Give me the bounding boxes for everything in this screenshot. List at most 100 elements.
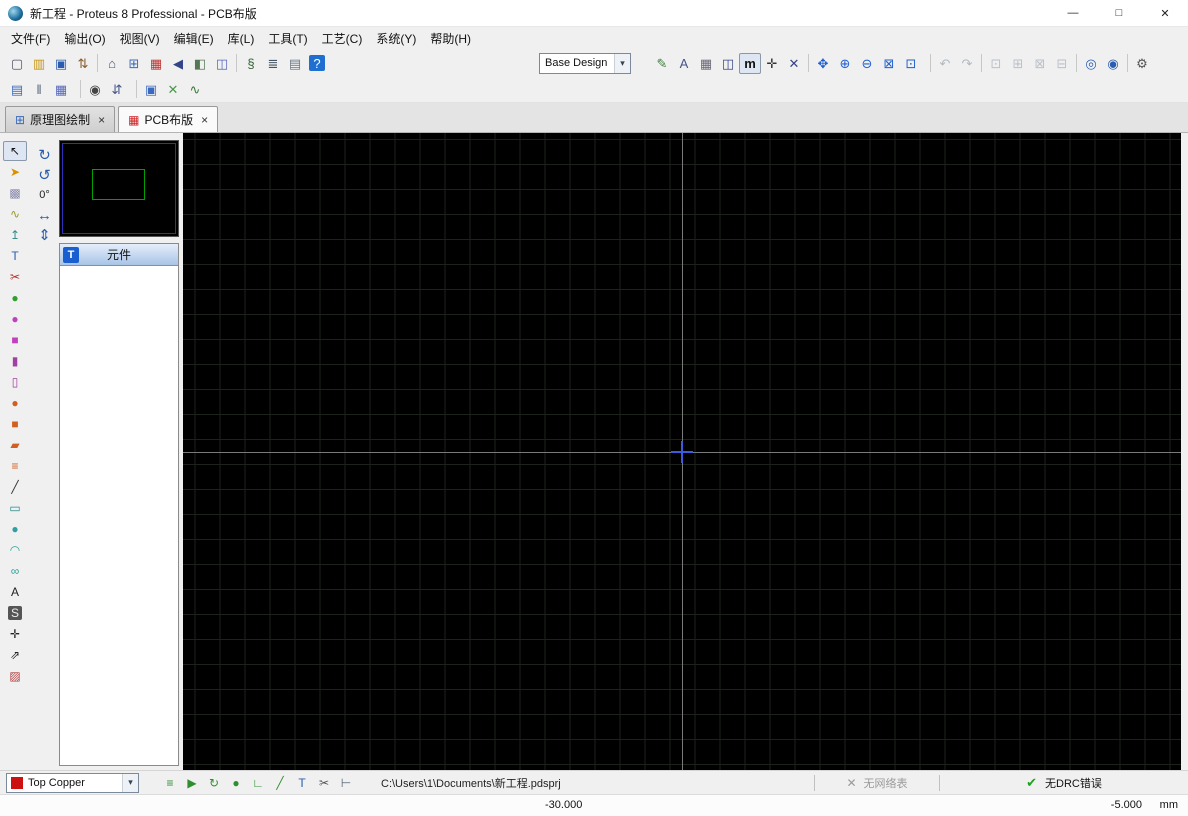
zone-mode-tool[interactable]: T [3,246,27,266]
pan-icon[interactable]: ✥ [812,53,834,74]
drc-zone-tool[interactable]: ▨ [3,666,27,686]
chevron-down-icon[interactable]: ▾ [122,774,138,792]
2d-line-tool[interactable]: ╱ [3,477,27,497]
rotate-clockwise-icon[interactable]: ↻ [33,145,56,165]
dimension-tool[interactable]: ⇗ [3,645,27,665]
menu-item[interactable]: 编辑(E) [167,27,221,50]
x-cursor-icon[interactable]: ✕ [783,53,805,74]
pcb-layout-icon[interactable]: ▦ [145,53,167,74]
tool-settings-icon[interactable]: ⚙ [1131,53,1153,74]
false-origin-icon[interactable]: ✛ [761,53,783,74]
smt-square-pad-tool[interactable]: ■ [3,414,27,434]
menu-item[interactable]: 工具(T) [261,27,314,50]
2d-circle-tool[interactable]: ● [3,519,27,539]
via-dot-icon[interactable]: ● [225,773,247,793]
block-copy-icon[interactable]: ⊡ [985,53,1007,74]
ratsnest-mode-tool[interactable]: ✂ [3,267,27,287]
board-stack-icon[interactable]: ▦ [50,79,72,100]
graph-mode-icon[interactable]: ∿ [184,79,206,100]
auto-route-play-icon[interactable]: ▶ [181,773,203,793]
menu-item[interactable]: 系统(Y) [369,27,423,50]
design-selector[interactable]: Base Design ▾ [539,53,631,74]
diagonal-trace-icon[interactable]: ╱ [269,773,291,793]
rotate-anticlockwise-icon[interactable]: ↺ [33,165,56,185]
square-pad-tool[interactable]: ■ [3,330,27,350]
pcb-canvas[interactable] [183,133,1181,770]
menu-item[interactable]: 输出(O) [57,27,112,50]
close-button[interactable]: ✕ [1142,0,1188,27]
menu-item[interactable]: 库(L) [221,27,262,50]
via-mode-tool[interactable]: ↥ [3,225,27,245]
component-mode-tool[interactable]: ➤ [3,162,27,182]
block-move-icon[interactable]: ⊞ [1007,53,1029,74]
menu-item[interactable]: 文件(F) [4,27,57,50]
gerber-view-icon[interactable]: ◧ [189,53,211,74]
tab-close-icon[interactable]: × [201,113,208,127]
tab-schematic-capture[interactable]: ⊞ 原理图绘制 × [5,106,115,132]
2d-path-tool[interactable]: ∞ [3,561,27,581]
scissors-icon[interactable]: ✂ [313,773,335,793]
smt-circle-pad-tool[interactable]: ● [3,393,27,413]
2d-symbol-tool[interactable]: S [3,603,27,623]
project-notes-icon[interactable]: ▤ [284,53,306,74]
pre-production-check-icon[interactable]: ▤ [6,79,28,100]
zoom-in-icon[interactable]: ⊕ [834,53,856,74]
maximize-button[interactable]: □ [1096,0,1142,27]
loop-redo-icon[interactable]: ↻ [203,773,225,793]
edit-layer-colours-icon[interactable]: ✎ [651,53,673,74]
menu-item[interactable]: 工艺(C) [315,27,370,50]
layer-selector[interactable]: Top Copper ▾ [6,773,139,793]
marker-tool[interactable]: ✛ [3,624,27,644]
search-zoom-icon[interactable]: ◉ [1102,53,1124,74]
mirror-horizontal-icon[interactable]: ↔ [33,205,56,225]
tab-pcb-layout[interactable]: ▦ PCB布版 × [118,106,218,132]
schematic-capture-icon[interactable]: ⊞ [123,53,145,74]
track-mode-tool[interactable]: ∿ [3,204,27,224]
previous-view-icon[interactable]: ◀ [167,53,189,74]
redo-icon[interactable]: ↷ [956,53,978,74]
bill-of-materials-icon[interactable]: § [240,53,262,74]
auto-annotate-icon[interactable]: ⇵ [106,79,128,100]
2d-text-tool[interactable]: A [3,582,27,602]
zoom-out-icon[interactable]: ⊖ [856,53,878,74]
find-component-icon[interactable]: ◉ [84,79,106,100]
save-design-icon[interactable]: ▣ [50,53,72,74]
edge-connector-pad-tool[interactable]: ▯ [3,372,27,392]
3d-visualizer-icon[interactable]: ◫ [211,53,233,74]
menu-item[interactable]: 帮助(H) [423,27,478,50]
text-mode-icon[interactable]: T [291,773,313,793]
2d-box-tool[interactable]: ▭ [3,498,27,518]
minimize-button[interactable]: — [1050,0,1096,27]
toggle-selector-icon[interactable]: T [63,247,79,263]
package-mode-tool[interactable]: ▩ [3,183,27,203]
home-page-icon[interactable]: ⌂ [101,53,123,74]
metric-toggle-button[interactable]: m [739,53,761,74]
block-delete-icon[interactable]: ⊟ [1051,53,1073,74]
mitre-icon[interactable]: ✕ [162,79,184,100]
text-style-icon[interactable]: A [673,53,695,74]
search-tag-icon[interactable]: ◎ [1080,53,1102,74]
connectivity-highlight-tool[interactable]: ● [3,288,27,308]
undo-icon[interactable]: ↶ [934,53,956,74]
round-pad-tool[interactable]: ● [3,309,27,329]
tab-close-icon[interactable]: × [98,113,105,127]
layer-stack-icon[interactable]: ≡ [159,773,181,793]
connector-icon[interactable]: ⊢ [335,773,357,793]
help-icon[interactable]: ? [306,53,328,74]
elbow-trace-icon[interactable]: ∟ [247,773,269,793]
zoom-area-icon[interactable]: ⊡ [900,53,922,74]
edit-footprint-icon[interactable]: ▣ [140,79,162,100]
mirror-vertical-icon[interactable]: ⇕ [33,225,56,245]
dil-pad-tool[interactable]: ▮ [3,351,27,371]
open-design-icon[interactable]: ▥ [28,53,50,74]
new-design-icon[interactable]: ▢ [6,53,28,74]
design-explorer-icon[interactable]: ≣ [262,53,284,74]
smt-polygon-pad-tool[interactable]: ▰ [3,435,27,455]
component-list[interactable] [60,266,178,765]
layer-pair-icon[interactable]: ◫ [717,53,739,74]
2d-arc-tool[interactable]: ◠ [3,540,27,560]
import-design-icon[interactable]: ⇅ [72,53,94,74]
block-rotate-icon[interactable]: ⊠ [1029,53,1051,74]
overview-window[interactable] [59,140,179,237]
zoom-all-icon[interactable]: ⊠ [878,53,900,74]
